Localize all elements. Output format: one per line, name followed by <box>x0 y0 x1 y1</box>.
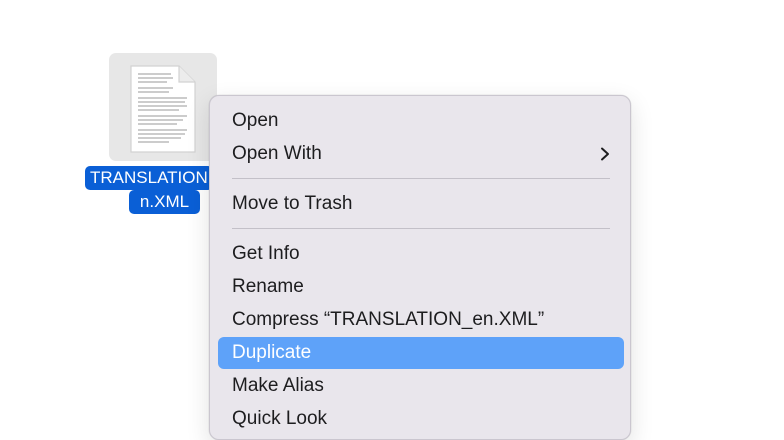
menu-item-make-alias[interactable]: Make Alias <box>218 370 624 402</box>
menu-item-label: Make Alias <box>232 375 324 396</box>
file-name-line-2: n.XML <box>129 190 200 214</box>
chevron-right-icon <box>601 147 609 161</box>
menu-item-quick-look[interactable]: Quick Look <box>218 403 624 435</box>
menu-item-label: Get Info <box>232 243 300 264</box>
menu-item-label: Open With <box>232 143 322 164</box>
menu-item-move-to-trash[interactable]: Move to Trash <box>218 188 624 220</box>
menu-item-label: Duplicate <box>232 342 312 363</box>
desktop-file-item[interactable]: TRANSLATION n.XML <box>84 52 218 222</box>
menu-item-rename[interactable]: Rename <box>218 271 624 303</box>
menu-item-open[interactable]: Open <box>218 105 624 137</box>
menu-item-label: Rename <box>232 276 304 297</box>
menu-item-label: Open <box>232 110 279 131</box>
menu-item-label: Quick Look <box>232 408 328 429</box>
menu-item-duplicate[interactable]: Duplicate <box>218 337 624 369</box>
menu-separator <box>232 178 610 179</box>
menu-item-label: Move to Trash <box>232 193 353 214</box>
context-menu: Open Open With Move to Trash Get Info Re… <box>209 95 631 440</box>
menu-item-compress[interactable]: Compress “TRANSLATION_en.XML” <box>218 304 624 336</box>
text-document-icon[interactable] <box>129 64 197 154</box>
menu-item-open-with[interactable]: Open With <box>218 138 624 170</box>
file-name-line-1: TRANSLATION <box>85 166 213 190</box>
menu-item-label: Compress “TRANSLATION_en.XML” <box>232 309 545 330</box>
menu-separator <box>232 228 610 229</box>
menu-item-get-info[interactable]: Get Info <box>218 238 624 270</box>
